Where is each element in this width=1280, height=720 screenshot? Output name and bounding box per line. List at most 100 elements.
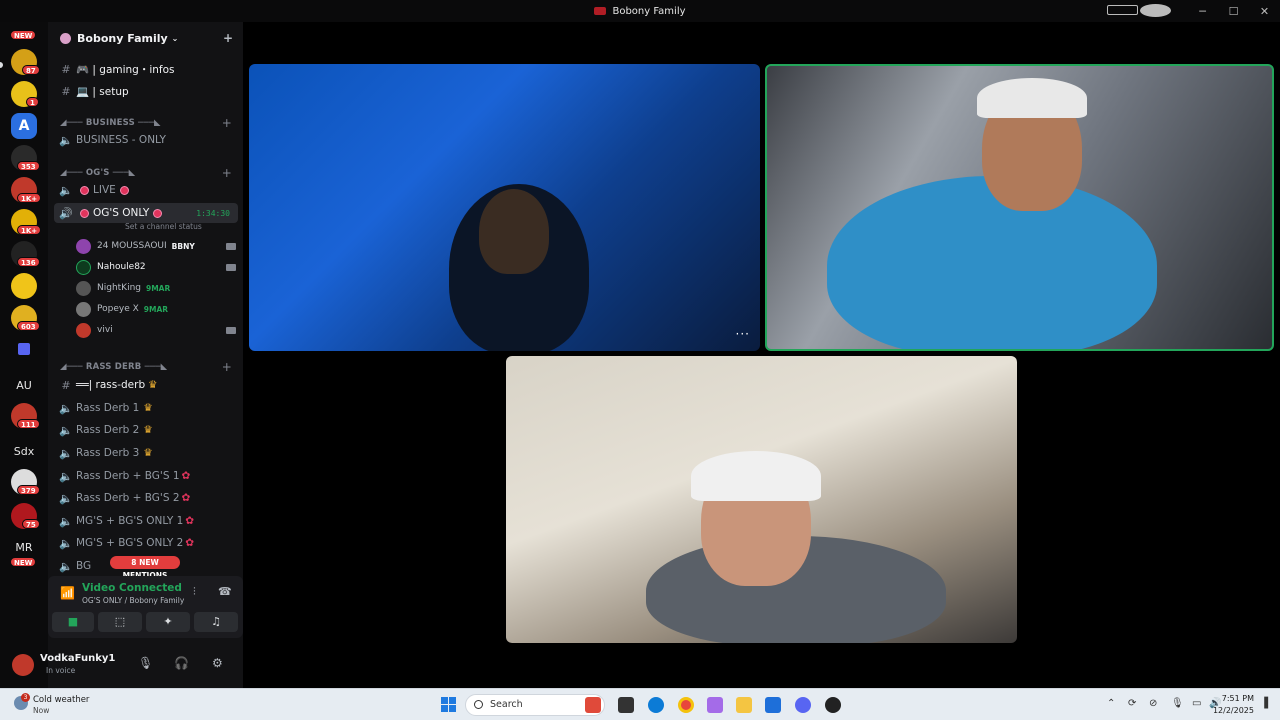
voice-user[interactable]: Nahoule82: [76, 257, 236, 277]
category-rass-derb[interactable]: ◢─── RASS DERB ───◣ +: [60, 360, 240, 374]
user-tag: BBNY: [171, 241, 195, 251]
chrome-icon[interactable]: [678, 697, 694, 713]
maximize-button[interactable]: ☐: [1218, 5, 1249, 18]
display-icon[interactable]: ▭: [1192, 698, 1201, 709]
voice-user[interactable]: Popeye X 9MAR: [76, 299, 236, 319]
folder-icon[interactable]: [18, 343, 30, 355]
headphones-icon[interactable]: 🎧: [174, 656, 189, 670]
close-button[interactable]: ✕: [1249, 5, 1280, 18]
network-off-icon[interactable]: ⊘: [1149, 698, 1157, 709]
store-icon[interactable]: [765, 697, 781, 713]
channel-setup[interactable]: # 💻 | setup: [54, 81, 238, 101]
help-icon[interactable]: ?: [1140, 4, 1171, 17]
camera-icon: [226, 326, 236, 334]
microphone-icon[interactable]: 🎙: [1171, 698, 1184, 709]
inbox-icon[interactable]: [1107, 5, 1138, 15]
camera-button[interactable]: ■: [52, 612, 94, 632]
speaker-icon: 🔈: [59, 446, 73, 460]
voice-user-name: Nahoule82: [97, 262, 146, 272]
task-view-icon[interactable]: [618, 697, 634, 713]
signal-icon[interactable]: 📶: [60, 586, 75, 600]
discord-icon[interactable]: [795, 697, 811, 713]
server-au[interactable]: AU: [0, 379, 48, 392]
video-tile-3[interactable]: [506, 356, 1017, 643]
channel-mgs-bgs-1[interactable]: 🔈 MG'S + BG'S ONLY 1 ✿: [54, 511, 238, 531]
set-channel-status[interactable]: Set a channel status: [125, 222, 202, 231]
weather-subtitle: Now: [33, 706, 50, 715]
speaker-icon: 🔈: [59, 536, 73, 550]
channel-og-only[interactable]: 🔊 OG'S ONLY 1:34:30: [54, 203, 238, 223]
channel-business-only[interactable]: 🔈 BUSINESS - ONLY: [54, 130, 238, 150]
voice-connected-subtitle[interactable]: OG'S ONLY / Bobony Family: [82, 596, 184, 605]
channel-rass-derb-bgs-2[interactable]: 🔈 Rass Derb + BG'S 2 ✿: [54, 488, 238, 508]
category-business[interactable]: ◢─── BUSINESS ───◣ +: [60, 116, 240, 130]
channel-rass-derb-text[interactable]: # ══| rass-derb ♛: [54, 375, 238, 395]
voice-timer: 1:34:30: [196, 208, 230, 218]
channel-mgs-bgs-2[interactable]: 🔈 MG'S + BG'S ONLY 2 ✿: [54, 533, 238, 553]
avatar[interactable]: [12, 654, 34, 676]
voice-user[interactable]: vivi: [76, 320, 236, 340]
weather-widget[interactable]: 3 Cold weather Now: [14, 693, 114, 716]
activities-button[interactable]: ✦: [146, 612, 190, 632]
channel-rass-derb-3[interactable]: 🔈 Rass Derb 3 ♛: [54, 443, 238, 463]
app-icon[interactable]: [825, 697, 841, 713]
headset-icon: [977, 78, 1087, 118]
server-sdx[interactable]: Sdx: [0, 445, 48, 458]
start-button[interactable]: [441, 697, 456, 712]
taskbar-app-icon[interactable]: [585, 697, 601, 713]
channel-rass-derb-2[interactable]: 🔈 Rass Derb 2 ♛: [54, 420, 238, 440]
voice-user[interactable]: NightKing 9MAR: [76, 278, 236, 298]
guild-header[interactable]: Bobony Family ⌄ +: [48, 22, 243, 54]
video-tile-2-speaking[interactable]: [765, 64, 1274, 351]
avatar: [76, 280, 91, 296]
username[interactable]: VodkaFunky1: [40, 653, 115, 664]
gear-icon[interactable]: ⚙: [212, 656, 223, 670]
new-mentions-pill[interactable]: 8 NEW MENTIONS: [110, 556, 180, 580]
video-tile-1[interactable]: ···: [249, 64, 760, 351]
notification-icon[interactable]: ▌: [1264, 698, 1272, 709]
unread-pill: [0, 62, 3, 68]
user-status: In voice: [46, 666, 76, 675]
add-channel-icon[interactable]: +: [222, 360, 232, 374]
server-icon-8[interactable]: [11, 273, 37, 299]
channel-label: 💻 | setup: [76, 85, 129, 98]
channel-live[interactable]: 🔈 LIVE: [54, 180, 238, 200]
more-options-icon[interactable]: ···: [736, 327, 750, 341]
taskbar-search[interactable]: Search: [465, 694, 605, 716]
server-icon-3[interactable]: A: [11, 113, 37, 139]
server-mr[interactable]: MR: [0, 541, 48, 554]
minimize-button[interactable]: ─: [1187, 5, 1218, 18]
category-ogs[interactable]: ◢─── OG'S ───◣ +: [60, 166, 240, 180]
noise-suppression-icon[interactable]: ⫶: [193, 585, 196, 599]
add-member-icon[interactable]: +: [223, 31, 233, 45]
add-channel-icon[interactable]: +: [222, 166, 232, 180]
channel-rass-derb-bgs-1[interactable]: 🔈 Rass Derb + BG'S 1 ✿: [54, 466, 238, 486]
channel-label: MG'S + BG'S ONLY 2: [76, 537, 184, 549]
guild-icon: [60, 32, 71, 44]
new-badge: NEW: [10, 30, 37, 40]
soundboard-button[interactable]: ♫: [194, 612, 238, 632]
system-clock[interactable]: 7:51 PM 12/2/2025: [1213, 693, 1254, 717]
add-channel-icon[interactable]: +: [222, 116, 232, 130]
channel-label: Rass Derb 1: [76, 402, 140, 414]
speaker-icon: 🔈: [59, 401, 73, 415]
voice-user[interactable]: 24 MOUSSAOUI BBNY: [76, 236, 236, 256]
copilot-icon[interactable]: [707, 697, 723, 713]
edge-icon[interactable]: [648, 697, 664, 713]
channel-gaming-infos[interactable]: # 🎮 | gaming・infos: [54, 59, 238, 79]
window-titlebar: Bobony Family ? ─ ☐ ✕: [0, 0, 1280, 22]
disconnect-icon[interactable]: ☎: [218, 585, 232, 598]
crown-icon: ♛: [143, 424, 153, 436]
guild-name: Bobony Family: [77, 31, 168, 45]
microphone-icon[interactable]: 🎙: [138, 656, 153, 670]
voice-connected-title[interactable]: Video Connected: [82, 582, 182, 594]
chevron-up-icon[interactable]: ⌃: [1107, 698, 1115, 709]
sync-icon[interactable]: ⟳: [1128, 698, 1136, 709]
crown-icon: ♛: [143, 447, 153, 459]
crown-icon: ♛: [148, 379, 158, 391]
headset-icon: [691, 451, 821, 501]
speaker-icon: 🔈: [59, 183, 73, 197]
channel-rass-derb-1[interactable]: 🔈 Rass Derb 1 ♛: [54, 398, 238, 418]
screenshare-button[interactable]: ⬚: [98, 612, 142, 632]
file-explorer-icon[interactable]: [736, 697, 752, 713]
